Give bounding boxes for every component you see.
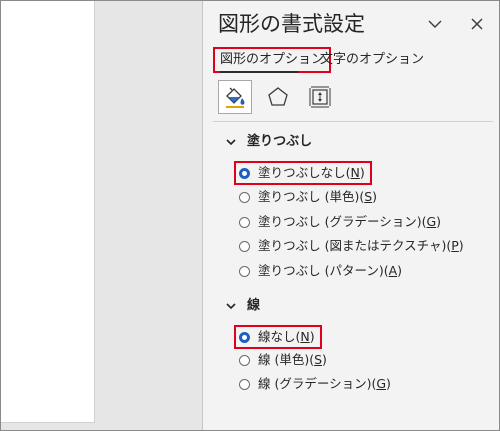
option-label: 塗りつぶし (グラデーション)(G) — [258, 214, 442, 229]
effects-tab[interactable] — [262, 81, 294, 113]
radio-icon[interactable] — [239, 191, 250, 203]
option-label: 塗りつぶし (パターン)(A) — [258, 263, 403, 278]
paint-bucket-icon — [226, 87, 245, 108]
pane-title: 図形の書式設定 — [218, 12, 365, 36]
active-tab-underline — [220, 71, 298, 73]
line-section-label: 線 — [247, 298, 261, 313]
tab-text-options[interactable]: 文字のオプション — [320, 49, 424, 71]
fill-none-option[interactable]: 塗りつぶしなし(N) — [234, 161, 372, 185]
option-label: 塗りつぶし (単色)(S) — [258, 189, 378, 204]
fill-pattern-option[interactable]: 塗りつぶし (パターン)(A) — [239, 261, 402, 281]
option-label: 塗りつぶし (図またはテクスチャ)(P) — [258, 238, 464, 253]
size-properties-icon — [309, 86, 331, 108]
document-page[interactable] — [1, 1, 95, 423]
radio-icon[interactable] — [239, 240, 250, 252]
pane-close-button[interactable] — [465, 12, 489, 36]
radio-checked-icon[interactable] — [239, 167, 250, 179]
document-area — [1, 1, 202, 430]
pentagon-icon — [268, 87, 288, 106]
fill-picture-texture-option[interactable]: 塗りつぶし (図またはテクスチャ)(P) — [239, 236, 464, 256]
fill-solid-option[interactable]: 塗りつぶし (単色)(S) — [239, 187, 377, 207]
option-label: 線 (グラデーション)(G) — [258, 376, 391, 391]
line-solid-option[interactable]: 線 (単色)(S) — [239, 350, 327, 370]
fill-section-label: 塗りつぶし — [247, 134, 313, 149]
radio-checked-icon[interactable] — [239, 331, 250, 343]
fill-gradient-option[interactable]: 塗りつぶし (グラデーション)(G) — [239, 212, 441, 232]
chevron-down-icon — [225, 136, 237, 148]
option-label: 線なし(N) — [258, 329, 315, 344]
close-icon — [471, 18, 483, 30]
option-label: 線 (単色)(S) — [258, 352, 327, 367]
option-label: 塗りつぶしなし(N) — [258, 165, 365, 180]
chevron-down-icon — [225, 300, 237, 312]
fill-line-tab[interactable] — [218, 80, 252, 114]
radio-icon[interactable] — [239, 378, 250, 390]
size-properties-tab[interactable] — [304, 81, 336, 113]
chevron-down-icon — [428, 20, 442, 28]
radio-icon[interactable] — [239, 265, 250, 277]
line-gradient-option[interactable]: 線 (グラデーション)(G) — [239, 374, 391, 394]
pane-options-button[interactable] — [423, 12, 447, 36]
line-none-option[interactable]: 線なし(N) — [234, 325, 322, 349]
app-window: 図形の書式設定 図形のオプション 文字のオプション 塗りつぶし 塗りつぶしなし(… — [0, 0, 500, 431]
tab-shape-options[interactable]: 図形のオプション — [213, 47, 332, 73]
radio-icon[interactable] — [239, 354, 250, 366]
format-shape-pane: 図形の書式設定 図形のオプション 文字のオプション 塗りつぶし 塗りつぶしなし(… — [202, 1, 499, 430]
line-section-header[interactable]: 線 — [225, 296, 260, 316]
radio-icon[interactable] — [239, 216, 250, 228]
divider — [213, 121, 493, 122]
fill-section-header[interactable]: 塗りつぶし — [225, 132, 312, 152]
